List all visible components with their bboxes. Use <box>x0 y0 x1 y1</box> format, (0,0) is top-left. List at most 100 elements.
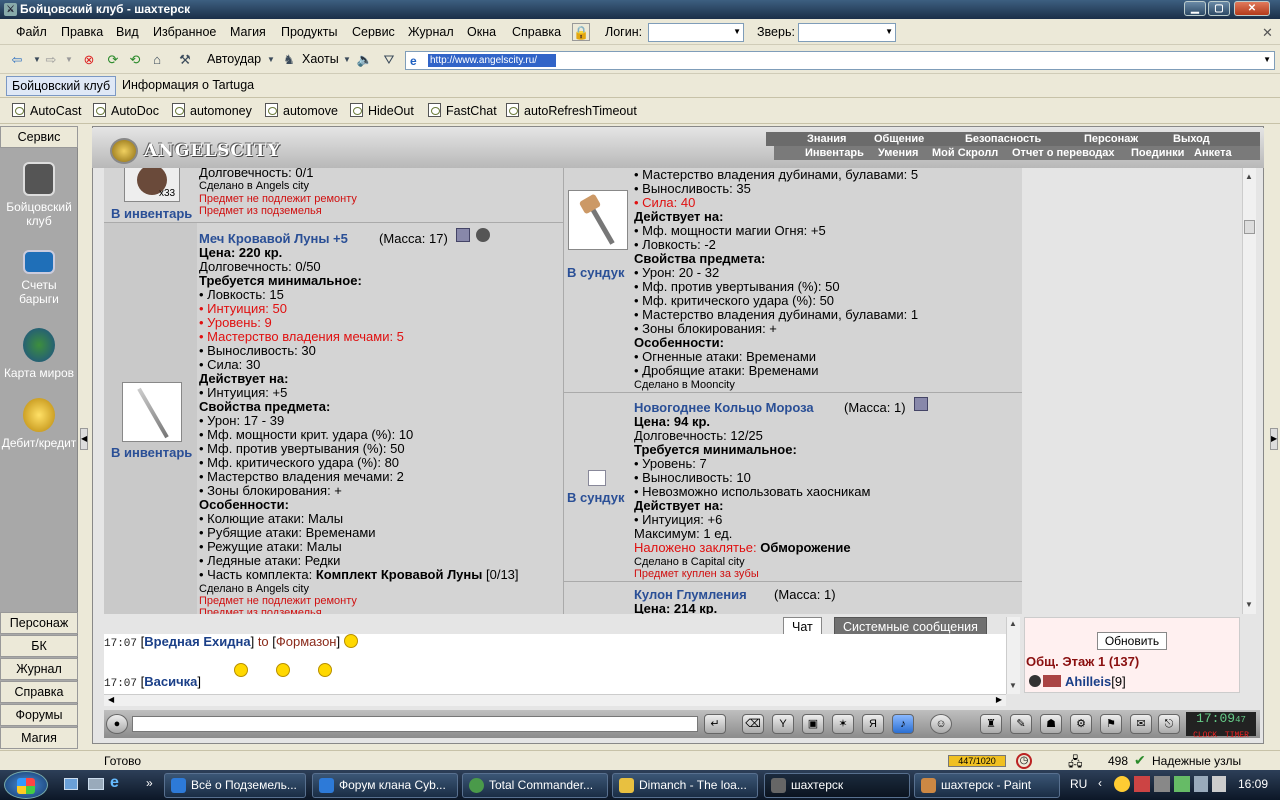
task-item[interactable]: Total Commander... <box>462 773 608 798</box>
menu-journal[interactable]: Журнал <box>408 25 454 39</box>
btn-forums[interactable]: Форумы <box>0 704 78 726</box>
scroll-right-icon[interactable]: ▶ <box>996 695 1002 704</box>
autoudar-button[interactable]: Автоудар <box>207 52 261 66</box>
task-item[interactable]: Всё о Подземель... <box>164 773 306 798</box>
exit-icon[interactable]: ⎋ <box>1158 714 1180 734</box>
menu-help[interactable]: Справка <box>512 25 561 39</box>
action-icon-3[interactable]: ☗ <box>1040 714 1062 734</box>
smiles-icon[interactable]: ☺ <box>930 714 952 734</box>
tray-icon[interactable] <box>1114 776 1130 792</box>
filter-chat-icon[interactable]: Y <box>772 714 794 734</box>
action-icon-1[interactable]: ♜ <box>980 714 1002 734</box>
tray-icon[interactable] <box>1174 776 1190 792</box>
link-automoney[interactable]: automoney <box>172 103 252 118</box>
task-item-active[interactable]: шахтерск <box>764 773 910 798</box>
tab-system-messages[interactable]: Системные сообщения <box>834 617 987 635</box>
address-dropdown-icon[interactable]: ▼ <box>1263 55 1271 64</box>
nav-knowledge[interactable]: Знания <box>807 132 846 146</box>
forward-dropdown-icon[interactable]: ▼ <box>60 51 78 69</box>
menu-products[interactable]: Продукты <box>281 25 337 39</box>
btn-magic[interactable]: Магия <box>0 727 78 749</box>
nav-profile[interactable]: Анкета <box>1194 146 1232 160</box>
save-icon[interactable]: ▣ <box>802 714 824 734</box>
show-desktop-icon[interactable] <box>64 778 78 790</box>
send-icon[interactable]: ↵ <box>704 714 726 734</box>
btn-bk[interactable]: БК <box>0 635 78 657</box>
fight-icon[interactable]: ✶ <box>832 714 854 734</box>
refresh-icon[interactable]: ⟳ <box>104 51 122 69</box>
chat-sender[interactable]: Вредная Ехидна <box>144 634 250 649</box>
menu-edit[interactable]: Правка <box>61 25 103 39</box>
link-hideout[interactable]: HideOut <box>350 103 414 118</box>
address-value[interactable]: http://www.angelscity.ru/ <box>428 54 556 67</box>
nav-character[interactable]: Персонаж <box>1084 132 1138 146</box>
service-dealer-accounts[interactable]: Счеты барыги <box>0 250 78 306</box>
service-debit-credit[interactable]: Дебит/кредит <box>0 398 78 450</box>
menu-file[interactable]: Файл <box>16 25 47 39</box>
maximize-button[interactable]: ▢ <box>1208 1 1230 16</box>
autoudar-dropdown-icon[interactable]: ▼ <box>262 51 280 69</box>
close-button[interactable]: ✕ <box>1234 1 1270 16</box>
switch-windows-icon[interactable] <box>88 778 104 790</box>
login-select[interactable]: ▼ <box>648 23 744 42</box>
nav-transfers[interactable]: Отчет о переводах <box>1012 146 1115 160</box>
music-icon[interactable]: ♪ <box>892 714 914 734</box>
menu-magic[interactable]: Магия <box>230 25 266 39</box>
btn-character[interactable]: Персонаж <box>0 612 78 634</box>
lock-icon[interactable]: 🔒 <box>572 23 590 41</box>
tools-icon[interactable]: ⚒ <box>176 51 194 69</box>
user-entry[interactable]: Ahilleis[9] <box>1065 674 1126 689</box>
scroll-left-icon[interactable]: ◀ <box>108 695 114 704</box>
stop-icon[interactable]: ⊗ <box>80 51 98 69</box>
chat-input[interactable] <box>132 716 698 732</box>
timer-icon[interactable]: ◷ <box>1016 753 1032 769</box>
start-button[interactable] <box>4 771 48 799</box>
action-icon-5[interactable]: ⚑ <box>1100 714 1122 734</box>
chat-sender[interactable]: Васичка <box>144 674 197 689</box>
link-autorefreshtimeout[interactable]: autoRefreshTimeout <box>506 103 637 118</box>
item-name[interactable]: Меч Кровавой Луны +5 <box>199 232 348 246</box>
nav-skills[interactable]: Умения <box>878 146 918 160</box>
nav-my-scroll[interactable]: Мой Скролл <box>932 146 998 160</box>
haoty-dropdown-icon[interactable]: ▼ <box>338 51 356 69</box>
chat-hscrollbar[interactable]: ◀ ▶ <box>104 694 1006 706</box>
nav-inventory[interactable]: Инвентарь <box>805 146 864 160</box>
address-bar[interactable]: e http://www.angelscity.ru/ ▼ <box>405 51 1275 70</box>
scroll-thumb[interactable] <box>1244 220 1255 234</box>
nav-communication[interactable]: Общение <box>874 132 924 146</box>
link-autocast[interactable]: AutoCast <box>12 103 81 118</box>
close-menu-icon[interactable]: ✕ <box>1262 25 1273 41</box>
task-item[interactable]: Форум клана Cyb... <box>312 773 458 798</box>
link-fastchat[interactable]: FastChat <box>428 103 497 118</box>
item-name[interactable]: Кулон Глумления <box>634 588 747 602</box>
nav-duels[interactable]: Поединки <box>1131 146 1184 160</box>
service-world-map[interactable]: Карта миров <box>0 328 78 380</box>
back-icon[interactable]: ⇦ <box>8 51 26 69</box>
pet-select[interactable]: ▼ <box>798 23 896 42</box>
minimize-button[interactable]: ▁ <box>1184 1 1206 16</box>
link-automove[interactable]: automove <box>265 103 338 118</box>
to-inventory-link[interactable]: В инвентарь <box>111 446 192 460</box>
item-name[interactable]: Новогоднее Кольцо Мороза <box>634 401 814 415</box>
collapse-left-icon[interactable]: ◀ <box>80 428 88 450</box>
menu-view[interactable]: Вид <box>116 25 139 39</box>
scroll-down-icon[interactable]: ▼ <box>1009 681 1017 690</box>
to-inventory-link[interactable]: В инвентарь <box>111 207 192 221</box>
action-icon-6[interactable]: ✉ <box>1130 714 1152 734</box>
to-chest-link[interactable]: В сундук <box>567 266 624 280</box>
tray-icon[interactable] <box>1134 776 1150 792</box>
eraser-icon[interactable]: ⌫ <box>742 714 764 734</box>
collapse-right-icon[interactable]: ▶ <box>1270 428 1278 450</box>
menu-service[interactable]: Сервис <box>352 25 395 39</box>
service-header[interactable]: Сервис <box>0 126 78 148</box>
forward-icon[interactable]: ⇨ <box>42 51 60 69</box>
service-fight-club[interactable]: Бойцовский клуб <box>0 162 78 228</box>
chat-scrollbar[interactable]: ▲ ▼ <box>1006 617 1020 694</box>
scroll-up-icon[interactable]: ▲ <box>1245 172 1253 181</box>
nav-security[interactable]: Безопасность <box>965 132 1041 146</box>
scroll-up-icon[interactable]: ▲ <box>1009 619 1017 628</box>
language-indicator[interactable]: RU <box>1070 777 1087 791</box>
home-icon[interactable]: ⌂ <box>148 51 166 69</box>
menu-favorites[interactable]: Избранное <box>153 25 216 39</box>
network-tray-icon[interactable] <box>1194 776 1208 792</box>
